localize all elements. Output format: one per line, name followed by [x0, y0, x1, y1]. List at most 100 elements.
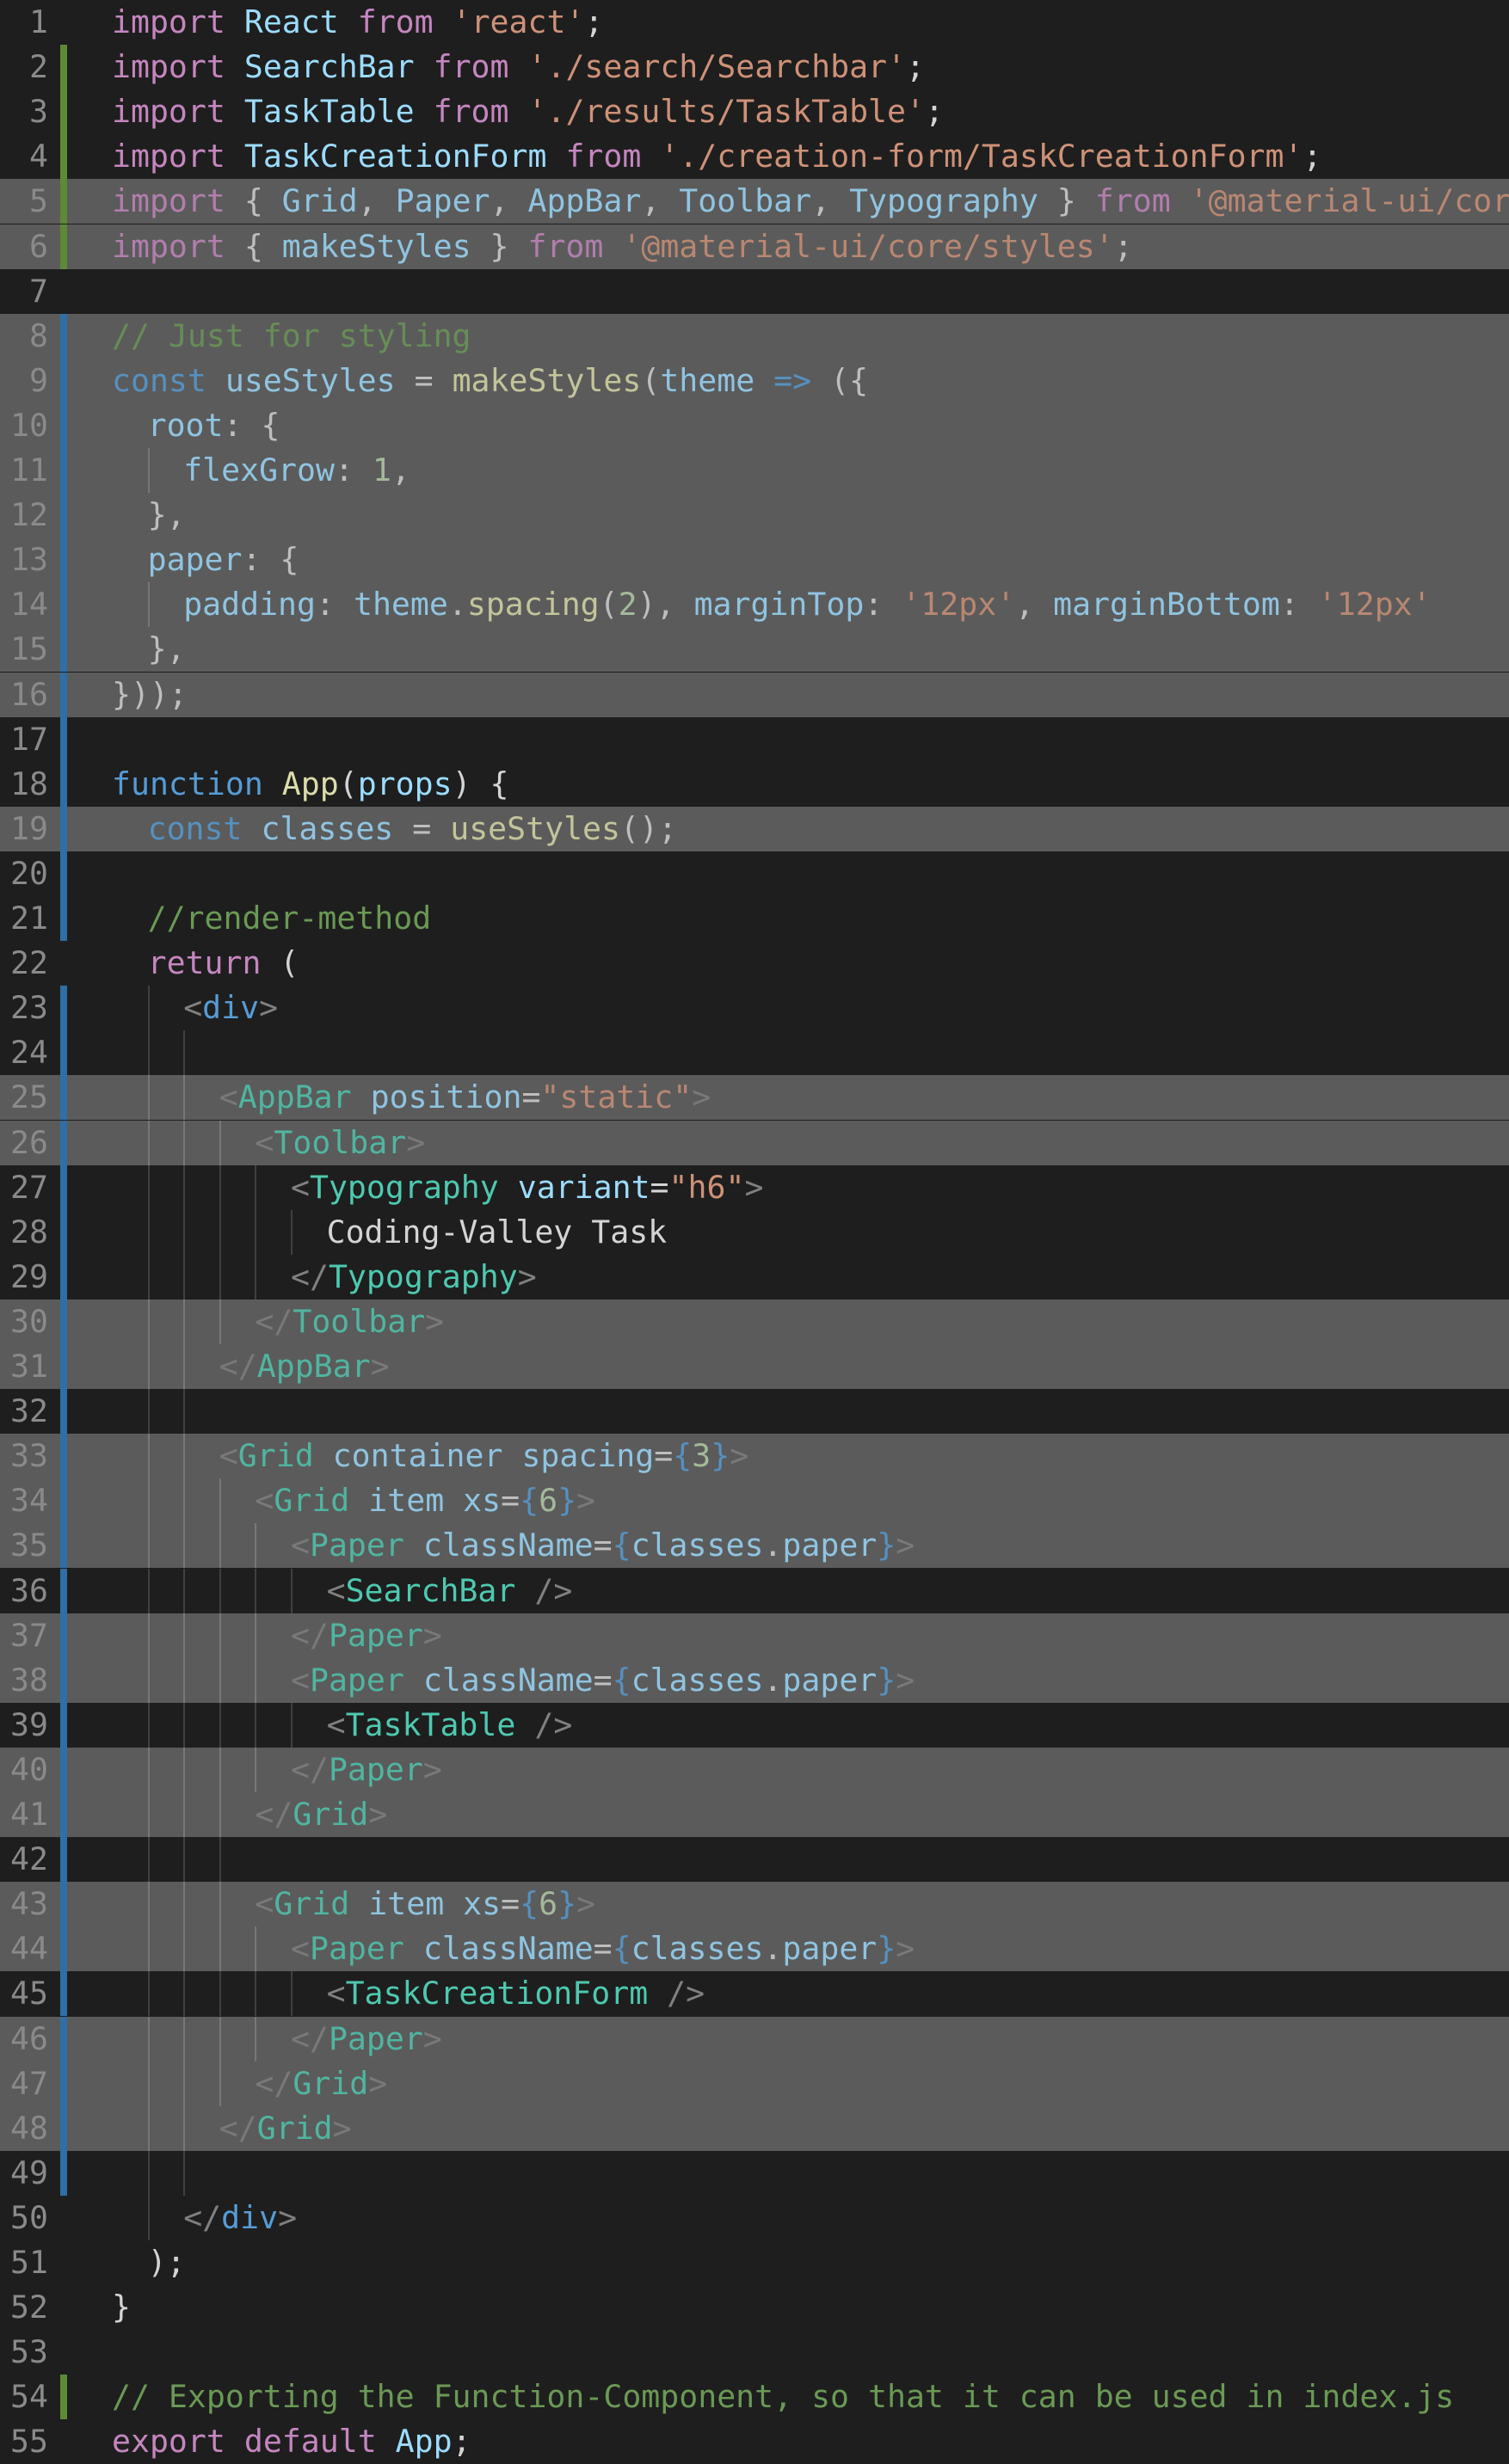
code-line[interactable]: 50 </div> — [0, 2195, 1509, 2240]
line-number: 40 — [10, 1750, 48, 1788]
code-line[interactable]: 42 — [0, 1837, 1509, 1883]
gutter-modified-marker — [60, 1478, 67, 1524]
gutter-modified-marker — [60, 1030, 67, 1076]
code-line[interactable]: 5 import { Grid, Paper, AppBar, Toolbar, … — [0, 179, 1509, 224]
code-line[interactable]: 27 <Typography variant="h6"> — [0, 1164, 1509, 1210]
gutter-modified-marker — [60, 1747, 67, 1792]
code-line[interactable]: 41 </Grid> — [0, 1792, 1509, 1837]
code-token: < — [291, 1527, 310, 1564]
code-line[interactable]: 33 <Grid container spacing={3}> — [0, 1434, 1509, 1479]
code-line[interactable]: 53 — [0, 2330, 1509, 2375]
code-line[interactable]: 37 </Paper> — [0, 1613, 1509, 1658]
code-line[interactable]: 18 function App(props) { — [0, 761, 1509, 807]
line-number: 50 — [10, 2198, 48, 2236]
code-line[interactable]: 38 <Paper className={classes.paper}> — [0, 1657, 1509, 1703]
code-editor[interactable]: 1 import React from 'react'; 2 import Searc… — [0, 0, 1509, 2460]
code-line[interactable]: 48 </Grid> — [0, 2105, 1509, 2151]
code-line[interactable]: 6 import { makeStyles } from '@material-u… — [0, 224, 1509, 269]
code-token: { — [225, 182, 282, 220]
code-line[interactable]: 17 — [0, 716, 1509, 762]
code-token: /> — [667, 1975, 705, 2012]
line-number: 8 — [29, 316, 48, 354]
indent-guide — [219, 1882, 221, 1927]
gutter-modified-marker — [60, 538, 67, 583]
code-line[interactable]: 14 padding: theme.spacing(2), marginTop: … — [0, 582, 1509, 628]
code-line[interactable]: 3 import TaskTable from './results/TaskTa… — [0, 89, 1509, 135]
indent-guide — [219, 2061, 221, 2106]
code-token: : — [864, 586, 902, 624]
code-line[interactable]: 44 <Paper className={classes.paper}> — [0, 1926, 1509, 1972]
code-line[interactable]: 45 <TaskCreationForm /> — [0, 1971, 1509, 2017]
indent-guide — [255, 1747, 257, 1792]
code-line[interactable]: 39 <TaskTable /> — [0, 1702, 1509, 1748]
code-line[interactable]: 11 flexGrow: 1, — [0, 448, 1509, 493]
code-line[interactable]: 13 paper: { — [0, 538, 1509, 583]
code-token: , — [391, 452, 410, 488]
code-line[interactable]: 8 // Just for styling — [0, 313, 1509, 359]
code-line[interactable]: 10 root: { — [0, 402, 1509, 448]
indent-guide — [147, 1613, 150, 1658]
code-token: ), — [637, 586, 694, 624]
code-line[interactable]: 15}, — [0, 627, 1509, 673]
code-line[interactable]: 51); — [0, 2240, 1509, 2285]
code-line[interactable]: 21 //render-method — [0, 896, 1509, 941]
code-line[interactable]: 31 </AppBar> — [0, 1344, 1509, 1389]
code-token: </ — [291, 1257, 329, 1295]
code-line[interactable]: 25 <AppBar position="static"> — [0, 1075, 1509, 1121]
line-number: 28 — [10, 1213, 48, 1250]
code-line[interactable]: 34 <Grid item xs={6}> — [0, 1478, 1509, 1524]
code-token: className — [422, 1661, 594, 1699]
code-line[interactable]: 40 </Paper> — [0, 1747, 1509, 1792]
code-line[interactable]: 24 — [0, 1030, 1509, 1076]
code-token: . — [763, 1661, 783, 1699]
code-token: </ — [291, 1616, 329, 1654]
code-line[interactable]: 7 — [0, 269, 1509, 314]
code-line[interactable]: 29 </Typography> — [0, 1254, 1509, 1300]
code-line[interactable]: 35 <Paper className={classes.paper}> — [0, 1523, 1509, 1569]
code-line[interactable]: 9 const useStyles = makeStyles(theme => (… — [0, 358, 1509, 403]
code-line[interactable]: 43 <Grid item xs={6}> — [0, 1882, 1509, 1927]
code-token: useStyles — [225, 361, 396, 399]
line-number: 54 — [10, 2378, 48, 2416]
code-line[interactable]: 22 return ( — [0, 941, 1509, 986]
code-line[interactable]: 23 <div> — [0, 986, 1509, 1031]
code-text: import { makeStyles } from '@material-ui… — [112, 224, 1133, 269]
indent-guide — [147, 1389, 150, 1435]
code-line[interactable]: 30 </Toolbar> — [0, 1299, 1509, 1344]
code-token: classes — [631, 1527, 764, 1564]
code-token: React — [243, 3, 339, 40]
code-line[interactable]: 46 </Paper> — [0, 2016, 1509, 2062]
code-line[interactable]: 32 — [0, 1389, 1509, 1435]
code-line[interactable]: 52} — [0, 2285, 1509, 2330]
code-token: App — [395, 2423, 453, 2461]
indent-guide — [219, 1926, 221, 1972]
code-line[interactable]: 54 // Exporting the Function-Component, s… — [0, 2375, 1509, 2420]
code-text: function App(props) { — [112, 762, 509, 807]
code-text: import TaskTable from './results/TaskTab… — [112, 89, 944, 134]
code-line[interactable]: 26 <Toolbar> — [0, 1120, 1509, 1165]
code-token: } — [557, 1885, 577, 1923]
code-line[interactable]: 47 </Grid> — [0, 2061, 1509, 2106]
code-line[interactable]: 20 — [0, 851, 1509, 896]
code-line[interactable]: 28 Coding-Valley Task — [0, 1209, 1509, 1255]
code-line[interactable]: 19 const classes = useStyles(); — [0, 806, 1509, 851]
code-text: }, — [148, 493, 186, 538]
code-token: '@material-ui/core/styles' — [622, 227, 1114, 265]
code-line[interactable]: 55 export default App; — [0, 2419, 1509, 2464]
code-line[interactable]: 36 <SearchBar /> — [0, 1568, 1509, 1613]
code-line[interactable]: 4 import TaskCreationForm from './creatio… — [0, 134, 1509, 180]
gutter-modified-marker — [60, 1164, 67, 1210]
code-line[interactable]: 2 import SearchBar from './search/Searchb… — [0, 45, 1509, 90]
code-line[interactable]: 1 import React from 'react'; — [0, 0, 1509, 45]
code-line[interactable]: 49 — [0, 2150, 1509, 2196]
code-token: </ — [255, 2064, 293, 2102]
code-token: < — [291, 1168, 310, 1206]
code-token: = — [393, 809, 451, 847]
code-text: </Grid> — [255, 2062, 387, 2106]
code-token: Toolbar — [679, 182, 812, 220]
code-line[interactable]: 16})); — [0, 672, 1509, 717]
indent-guide — [219, 1164, 221, 1210]
code-line[interactable]: 12}, — [0, 493, 1509, 538]
